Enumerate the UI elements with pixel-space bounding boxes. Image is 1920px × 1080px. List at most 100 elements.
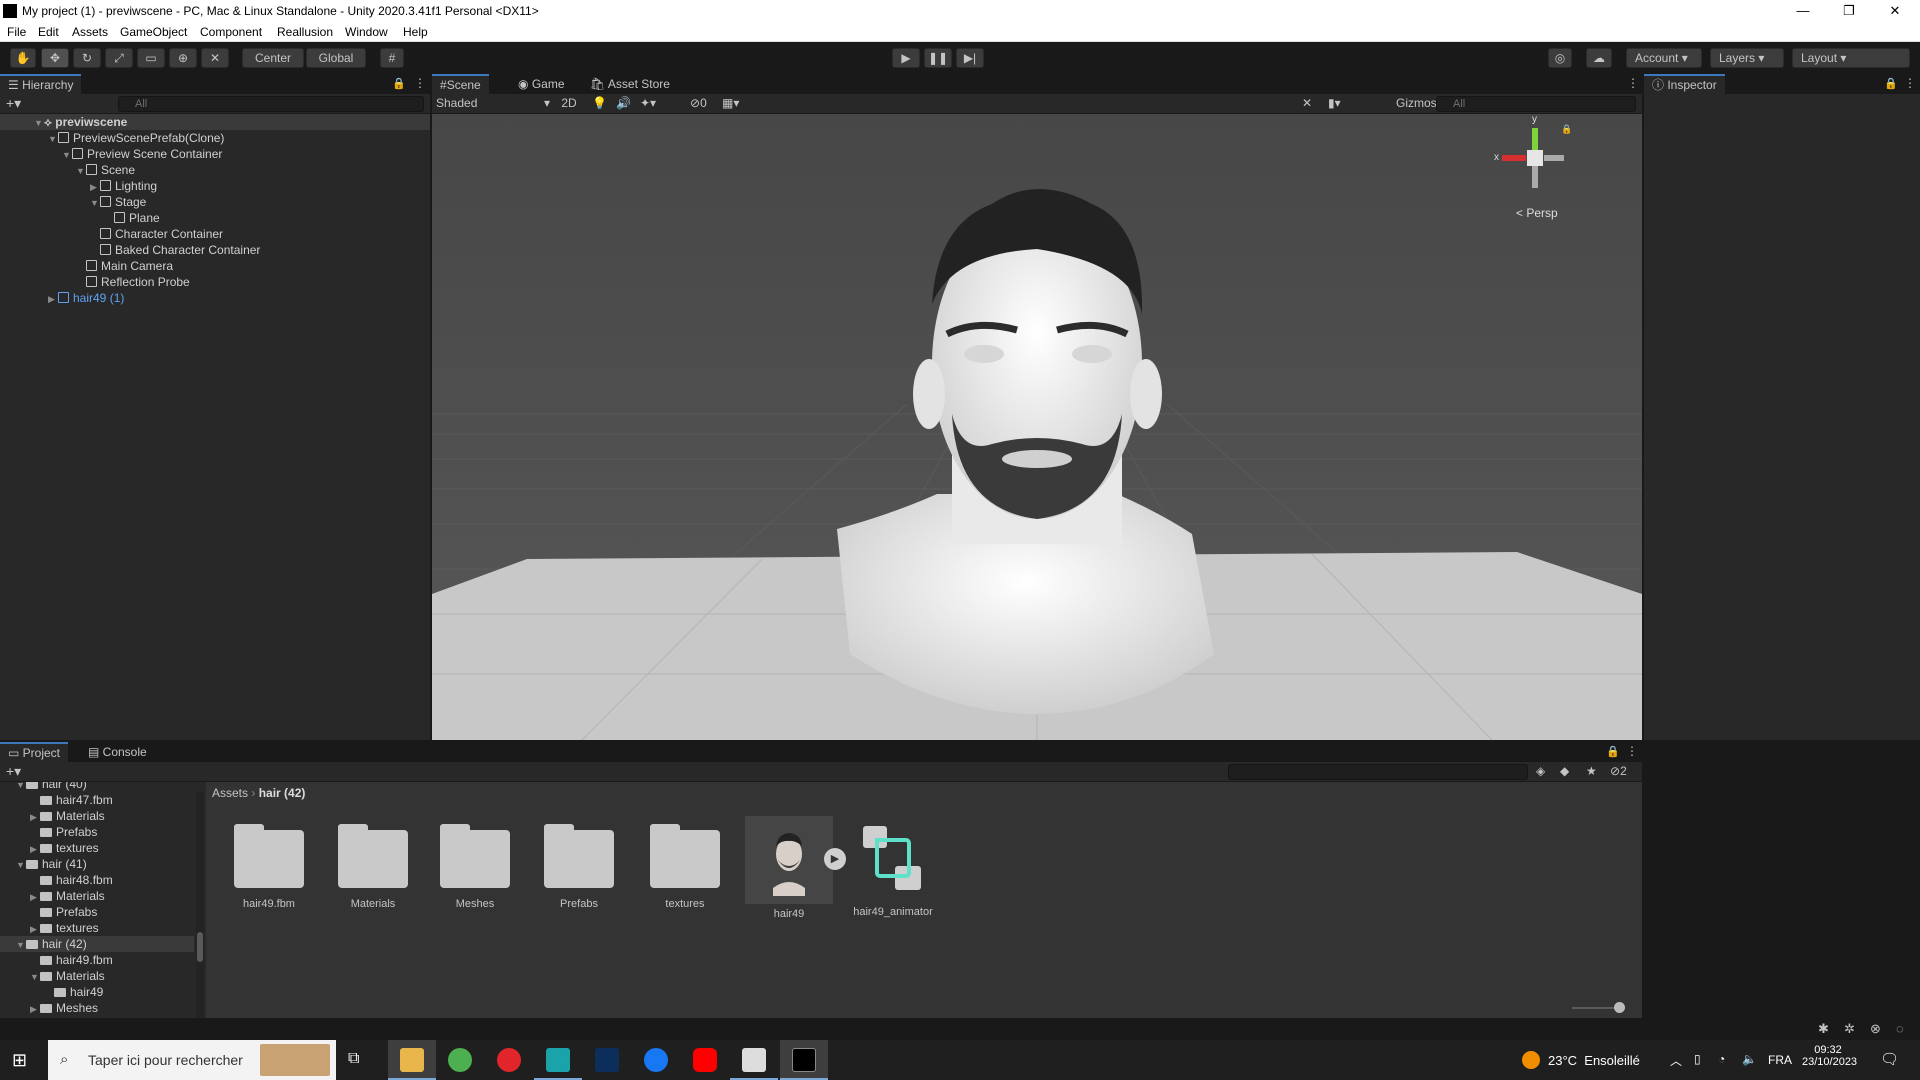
youtube-icon[interactable] (693, 1048, 717, 1072)
lock-icon[interactable]: 🔒 (392, 77, 406, 90)
asset-folder[interactable]: hair49.fbm (224, 818, 314, 910)
folder-tree-item[interactable]: ▼ hair (42) (16, 936, 87, 952)
taskbar-unity-editor[interactable] (780, 1040, 828, 1080)
progress-icon[interactable]: ◌ (1896, 1021, 1904, 1036)
folder-tree-item[interactable]: hair47.fbm (30, 792, 113, 808)
lock-icon[interactable]: 🔒 (1606, 745, 1620, 758)
folder-tree-item[interactable]: Prefabs (30, 904, 97, 920)
hand-tool-icon[interactable]: ✋ (10, 48, 36, 68)
gizmo-x-axis[interactable] (1502, 155, 1526, 161)
tree-item[interactable]: Character Container (100, 226, 223, 242)
tree-item[interactable]: ▶ hair49 (1) (48, 290, 124, 306)
layout-dropdown[interactable]: Layout ▾ (1792, 48, 1910, 68)
taskbar-search-input[interactable]: ⌕ Taper ici pour rechercher (48, 1040, 336, 1080)
tree-scrollbar-thumb[interactable] (197, 932, 203, 962)
move-tool-icon[interactable]: ✥ (41, 48, 69, 68)
audio-toggle-icon[interactable]: 🔊 (616, 96, 631, 110)
folder-tree-item[interactable]: hair48.fbm (30, 872, 113, 888)
asset-folder[interactable]: Prefabs (534, 818, 624, 910)
folder-tree-item[interactable]: ▶ Materials (30, 808, 105, 824)
tree-item[interactable]: Plane (114, 210, 160, 226)
folder-tree-item[interactable]: ▶ Meshes (30, 1000, 98, 1016)
taskbar-file-explorer[interactable] (388, 1040, 436, 1080)
custom-tool-icon[interactable]: ✕ (201, 48, 229, 68)
chrome-icon[interactable] (448, 1048, 472, 1072)
maximize-button[interactable]: ❐ (1826, 0, 1872, 22)
folder-tree-item[interactable]: Prefabs (30, 824, 97, 840)
task-view-icon[interactable]: ⧉ (348, 1050, 359, 1068)
breadcrumb-current[interactable]: hair (42) (259, 786, 306, 800)
gizmo-y-axis[interactable] (1532, 128, 1538, 150)
windows-start-icon[interactable]: ⊞ (12, 1050, 27, 1071)
effects-toggle-icon[interactable]: ✦▾ (640, 96, 656, 110)
more-icon[interactable]: ⋮ (1627, 76, 1639, 90)
folder-tree-item[interactable]: ▶ textures (30, 920, 99, 936)
minimize-button[interactable]: — (1780, 0, 1826, 22)
hidden-objects-toggle[interactable]: ⊘0 (690, 96, 707, 110)
tree-item[interactable]: ▼ Stage (90, 194, 146, 210)
weather-sun-icon[interactable] (1522, 1051, 1540, 1069)
tab-asset-store[interactable]: 🛍 Asset Store (582, 74, 678, 94)
tree-item[interactable]: ▼ Scene (76, 162, 135, 178)
tree-item[interactable]: ▼ Preview Scene Container (62, 146, 222, 162)
grid-toggle-icon[interactable]: ▦▾ (722, 96, 739, 110)
lighting-toggle-icon[interactable]: 💡 (592, 96, 607, 110)
tree-item[interactable]: ▶ Lighting (90, 178, 157, 194)
opera-icon[interactable] (497, 1048, 521, 1072)
shading-mode-dropdown[interactable]: Shaded ▾ (436, 96, 552, 112)
gizmo-lock-icon[interactable]: 🔒 (1561, 124, 1572, 135)
menu-gameobject[interactable]: GameObject (120, 25, 187, 39)
thumbnail-size-handle[interactable] (1614, 1002, 1625, 1013)
menu-edit[interactable]: Edit (38, 25, 59, 39)
asset-folder[interactable]: Meshes (430, 818, 520, 910)
projection-toggle[interactable]: < Persp (1516, 206, 1558, 220)
rotate-tool-icon[interactable]: ↻ (73, 48, 101, 68)
transform-tool-icon[interactable]: ⊕ (169, 48, 197, 68)
gizmo-z-axis[interactable] (1544, 155, 1564, 161)
hierarchy-search-input[interactable]: All (118, 96, 424, 112)
orientation-gizmo-center[interactable] (1527, 150, 1543, 166)
taskbar-app-m[interactable] (534, 1040, 582, 1080)
close-button[interactable]: ✕ (1872, 0, 1918, 22)
more-icon[interactable]: ⋮ (1626, 744, 1638, 758)
taskbar-unity-hub[interactable] (730, 1040, 778, 1080)
favorites-icon[interactable]: ★ (1586, 764, 1597, 778)
folder-tree-item[interactable]: ▶ Materials (30, 888, 105, 904)
clock[interactable]: 09:32 23/10/2023 (1802, 1044, 1857, 1068)
lock-icon[interactable]: 🔒 (1884, 77, 1898, 90)
menu-window[interactable]: Window (345, 25, 388, 39)
create-icon[interactable]: +▾ (6, 763, 21, 780)
scene-viewport[interactable]: y x 🔒 < Persp (432, 114, 1642, 740)
search-by-type-icon[interactable]: ◈ (1536, 764, 1545, 778)
facebook-icon[interactable] (644, 1048, 668, 1072)
tab-inspector[interactable]: ⓘ Inspector (1644, 74, 1725, 94)
menu-component[interactable]: Component (200, 25, 262, 39)
tray-device-icon[interactable]: ▯ (1694, 1052, 1701, 1066)
menu-reallusion[interactable]: Reallusion (277, 25, 333, 39)
toggle-2d-button[interactable]: 2D (558, 96, 580, 110)
folder-tree-item[interactable]: hair49.fbm (30, 952, 113, 968)
create-icon[interactable]: +▾ (6, 95, 21, 112)
rect-tool-icon[interactable]: ▭ (137, 48, 165, 68)
folder-tree-item[interactable]: ▼ hair (41) (16, 856, 87, 872)
tools-icon[interactable]: ✕ (1302, 96, 1312, 110)
tree-item[interactable]: Main Camera (86, 258, 173, 274)
gizmo-neg-y-axis[interactable] (1532, 166, 1538, 188)
layers-dropdown[interactable]: Layers ▾ (1710, 48, 1784, 68)
asset-model[interactable]: ▶ hair49 (744, 816, 846, 920)
tree-scrollbar[interactable] (196, 792, 204, 1018)
asset-folder[interactable]: Materials (328, 818, 418, 910)
scale-tool-icon[interactable]: ⤢ (105, 48, 133, 68)
menu-file[interactable]: File (7, 25, 26, 39)
tree-item[interactable]: ▼ PreviewScenePrefab(Clone) (48, 130, 224, 146)
project-search-input[interactable] (1228, 764, 1528, 780)
menu-assets[interactable]: Assets (72, 25, 108, 39)
tab-scene[interactable]: #Scene (432, 74, 489, 94)
tree-item[interactable]: ▼⟡ previwscene (34, 114, 127, 130)
tree-item[interactable]: Reflection Probe (86, 274, 190, 290)
debug-icon[interactable]: ✱ (1818, 1021, 1829, 1037)
bug-icon[interactable]: ✲ (1844, 1021, 1855, 1037)
breadcrumb-assets[interactable]: Assets (212, 786, 248, 800)
tray-chevron-icon[interactable]: ︿ (1670, 1052, 1682, 1069)
camera-icon[interactable]: ▮▾ (1328, 96, 1341, 110)
